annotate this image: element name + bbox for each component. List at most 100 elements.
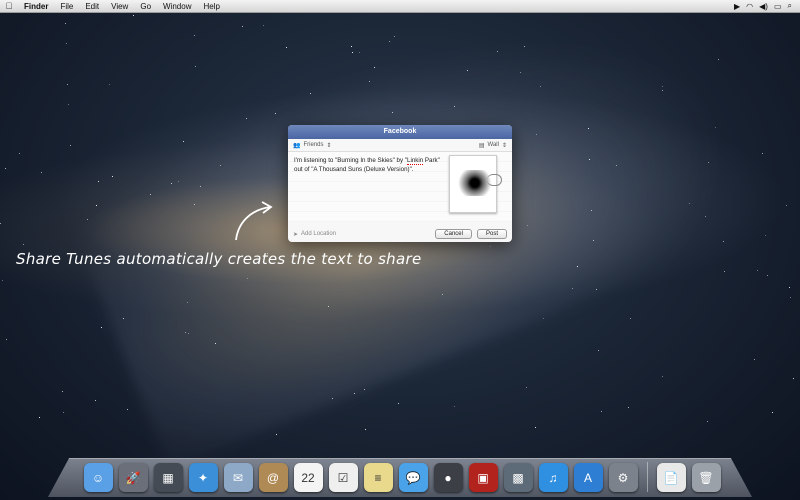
battery-icon[interactable]: ▭	[774, 2, 782, 11]
star	[65, 23, 66, 24]
star	[628, 407, 629, 408]
star	[351, 46, 352, 47]
facetime-icon[interactable]: ●	[433, 463, 463, 492]
menu-extras: ▶ ◠ ◀) ▭ ⌕	[734, 1, 800, 11]
star	[543, 318, 544, 319]
location-arrow-icon: ➤	[293, 231, 299, 238]
star	[540, 86, 541, 87]
people-icon: 👥	[293, 142, 301, 149]
star	[591, 210, 592, 211]
star	[572, 288, 573, 289]
star	[6, 339, 7, 340]
star	[662, 376, 663, 377]
star	[364, 389, 365, 390]
destination-selector[interactable]: ▤ Wall ⇕	[479, 142, 507, 149]
message-text[interactable]: I'm listening to "Burning In the Skies" …	[294, 156, 444, 174]
star	[705, 216, 706, 217]
star	[793, 378, 794, 379]
star	[454, 106, 455, 107]
message-area[interactable]: I'm listening to "Burning In the Skies" …	[288, 152, 512, 222]
star	[87, 219, 88, 220]
star	[724, 271, 725, 272]
menu-window[interactable]: Window	[157, 2, 197, 11]
menu-app-name[interactable]: Finder	[18, 2, 54, 11]
star	[185, 332, 186, 333]
mail-icon[interactable]: ✉	[223, 463, 253, 492]
apple-menu-icon[interactable]: 	[0, 1, 18, 11]
dock: ☺ 🚀 ▦ ✦ ✉ @22 ☑ ≡ 💬 ● ▣ ▩ ♫ A ⚙ 📄 🗑	[62, 452, 742, 492]
star	[188, 333, 189, 334]
star	[662, 86, 663, 87]
star	[589, 159, 590, 160]
star	[772, 412, 773, 413]
star	[715, 127, 716, 128]
star	[194, 204, 195, 205]
itunes-icon[interactable]: ♫	[538, 463, 568, 492]
safari-icon[interactable]: ✦	[188, 463, 218, 492]
star	[39, 417, 40, 418]
star	[497, 51, 498, 52]
play-icon[interactable]: ▶	[734, 2, 740, 11]
star	[328, 306, 329, 307]
calendar-icon[interactable]: 22	[293, 463, 323, 492]
menu-view[interactable]: View	[105, 2, 134, 11]
notes-icon[interactable]: ≡	[363, 463, 393, 492]
album-art-image	[455, 170, 491, 196]
finder-icon[interactable]: ☺	[83, 463, 113, 492]
post-button[interactable]: Post	[476, 229, 507, 239]
document-icon[interactable]: 📄	[656, 463, 686, 492]
add-location-label: Add Location	[301, 231, 337, 237]
message-part: I'm listening to "Burning In the Skies" …	[294, 157, 408, 164]
star	[765, 235, 766, 236]
launchpad-icon[interactable]: 🚀	[118, 463, 148, 492]
star	[596, 289, 597, 290]
star	[723, 241, 724, 242]
trash-icon[interactable]: 🗑	[691, 463, 721, 492]
star	[96, 205, 97, 206]
star	[790, 297, 791, 298]
contacts-icon[interactable]: @	[258, 463, 288, 492]
wifi-icon[interactable]: ◠	[746, 2, 753, 11]
menu-file[interactable]: File	[54, 2, 79, 11]
star	[112, 176, 113, 177]
star	[150, 194, 151, 195]
cancel-button[interactable]: Cancel	[435, 229, 472, 239]
add-location-button[interactable]: ➤ Add Location	[293, 231, 336, 238]
system-preferences-icon[interactable]: ⚙	[608, 463, 638, 492]
star	[454, 406, 455, 407]
star	[352, 52, 353, 53]
star	[588, 128, 589, 129]
star	[310, 93, 311, 94]
menu-help[interactable]: Help	[197, 2, 225, 11]
star	[200, 186, 201, 187]
star	[133, 15, 134, 16]
iphoto-icon[interactable]: ▩	[503, 463, 533, 492]
annotation-caption: Share Tunes automatically creates the te…	[16, 250, 422, 268]
menu-edit[interactable]: Edit	[79, 2, 105, 11]
star	[127, 409, 128, 410]
star	[754, 359, 755, 360]
search-icon[interactable]: ⌕	[788, 1, 792, 11]
wall-icon: ▤	[478, 142, 485, 149]
star	[286, 47, 287, 48]
audience-selector[interactable]: 👥 Friends ⇕	[293, 142, 332, 149]
volume-icon[interactable]: ◀)	[759, 2, 768, 11]
star	[276, 434, 277, 435]
star	[524, 46, 525, 47]
star	[23, 244, 24, 245]
mission-control-icon[interactable]: ▦	[153, 463, 183, 492]
app-store-icon[interactable]: A	[573, 463, 603, 492]
star	[332, 398, 333, 399]
messages-icon[interactable]: 💬	[398, 463, 428, 492]
star	[95, 400, 96, 401]
paperclip-icon	[487, 174, 502, 186]
photo-booth-icon[interactable]: ▣	[468, 463, 498, 492]
menu-go[interactable]: Go	[134, 2, 157, 11]
star	[109, 84, 110, 85]
star	[178, 181, 179, 182]
dock-separator	[646, 462, 648, 492]
star	[70, 145, 71, 146]
star	[215, 343, 216, 344]
star	[101, 327, 102, 328]
reminders-icon[interactable]: ☑	[328, 463, 358, 492]
